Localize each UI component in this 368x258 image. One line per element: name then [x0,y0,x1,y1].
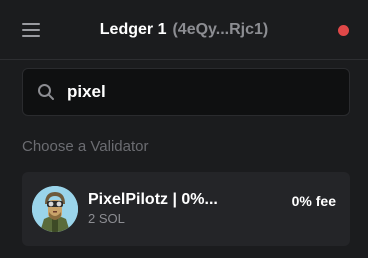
pixel-pilot-avatar [32,186,78,232]
validator-name: PixelPilotz | 0%... [88,191,218,208]
account-title[interactable]: Ledger 1 (4eQy...Rjc1) [0,20,368,40]
validator-fee: 0% fee [291,193,336,209]
search-input[interactable] [67,79,337,105]
validator-list-item[interactable]: PixelPilotz | 0%... 2 SOL 0% fee [22,172,350,246]
staking-window: Ledger 1 (4eQy...Rjc1) Choose a Validator [0,0,368,258]
validator-stake: 2 SOL [88,211,125,226]
choose-validator-label: Choose a Validator [22,138,149,155]
header: Ledger 1 (4eQy...Rjc1) [0,0,368,60]
connection-status-indicator [338,25,349,36]
account-address: (4eQy...Rjc1) [172,21,269,38]
account-name: Ledger 1 [99,21,167,38]
search-box[interactable] [22,68,350,116]
search-icon [38,84,54,100]
validator-avatar [32,186,78,232]
